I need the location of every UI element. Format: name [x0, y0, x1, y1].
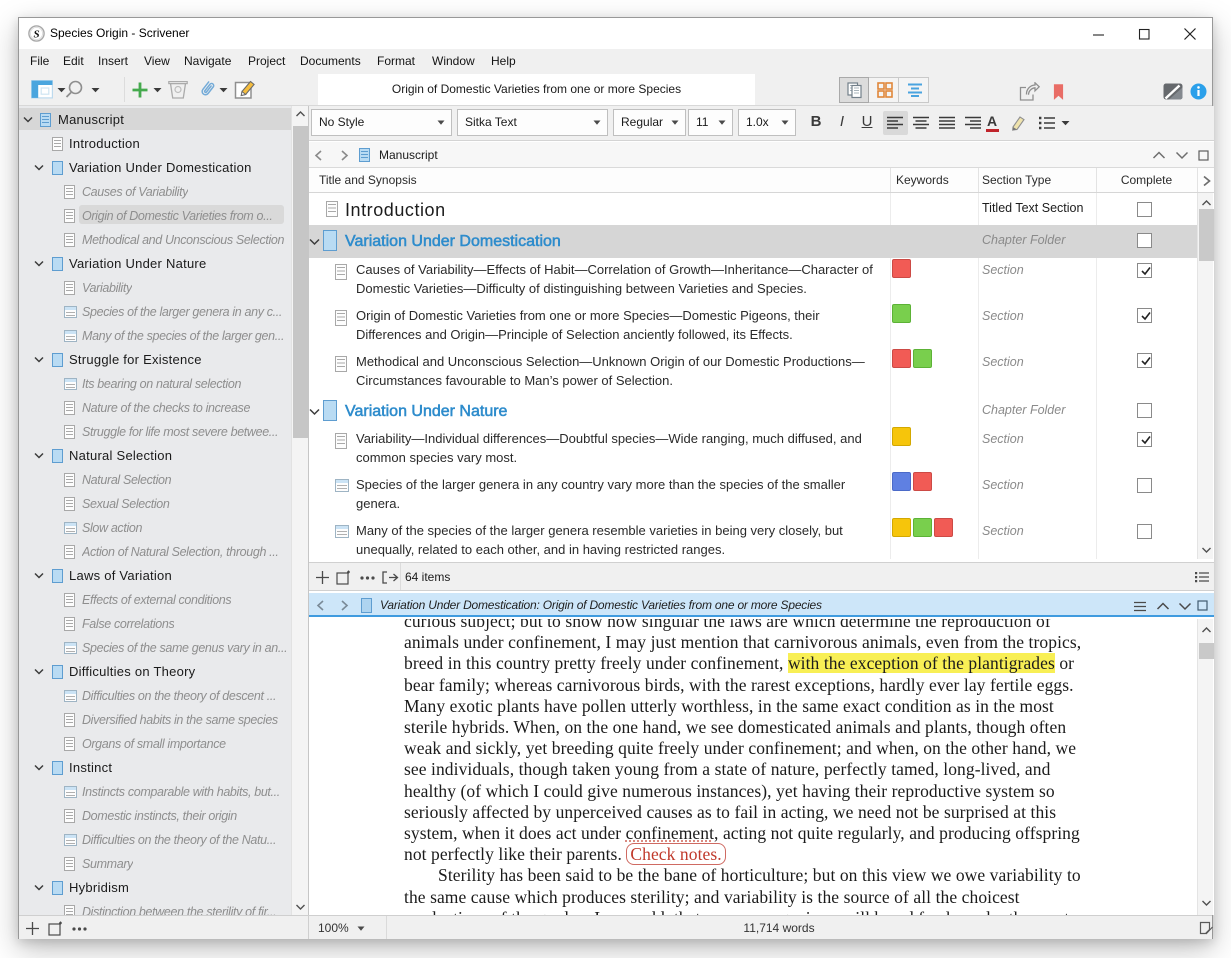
svg-text:S: S: [33, 28, 39, 40]
